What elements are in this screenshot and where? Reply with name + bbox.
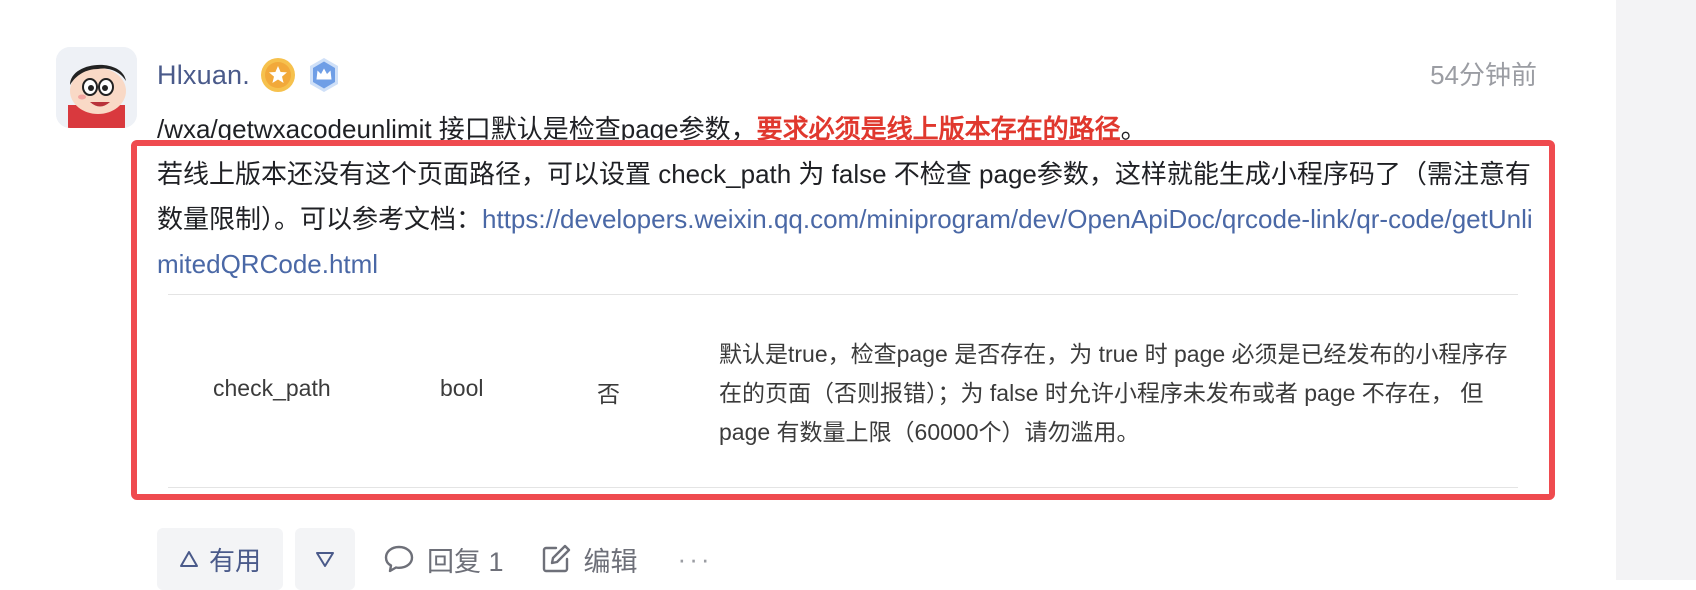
reply-button[interactable]: 回复 1	[383, 540, 504, 579]
down-triangle-icon	[315, 549, 335, 569]
comment-bubble-icon	[383, 544, 415, 574]
edit-button[interactable]: 编辑	[540, 540, 638, 579]
reply-label: 回复 1	[427, 546, 504, 577]
not-useful-button[interactable]	[295, 528, 356, 590]
edit-pencil-icon	[540, 543, 572, 575]
right-sidebar-strip	[1616, 0, 1696, 580]
blue-crown-badge	[306, 57, 342, 93]
author-name[interactable]: Hlxuan.	[157, 60, 250, 91]
useful-button[interactable]: 有用	[157, 528, 284, 590]
more-dots-icon[interactable]: ···	[678, 544, 713, 575]
comment-timestamp: 54分钟前	[1430, 60, 1537, 90]
edit-label: 编辑	[583, 546, 638, 577]
thumbs-up-triangle-icon	[179, 549, 199, 569]
author-row: Hlxuan.	[157, 55, 342, 95]
avatar[interactable]	[56, 47, 137, 128]
gold-star-badge	[260, 57, 296, 93]
comment-actions: 有用 回复 1 编辑 ···	[157, 528, 713, 590]
highlight-annotation-box	[131, 140, 1555, 500]
useful-label: 有用	[209, 545, 262, 576]
